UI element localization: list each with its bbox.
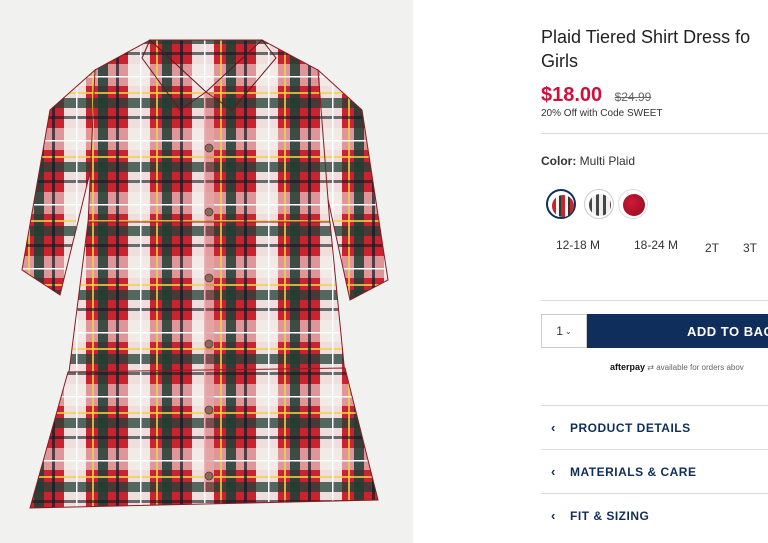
divider	[541, 300, 768, 301]
accordion-product-details[interactable]: ‹ PRODUCT DETAILS	[541, 406, 768, 449]
size-option-2t[interactable]: 2T	[705, 241, 719, 255]
accordion-materials-care[interactable]: ‹ MATERIALS & CARE	[541, 450, 768, 493]
plaid-dress-image	[21, 39, 389, 509]
accordion-fit-sizing[interactable]: ‹ FIT & SIZING	[541, 494, 768, 537]
swatch-gray-plaid[interactable]	[584, 189, 614, 219]
chevron-down-icon: ⌄	[564, 326, 572, 336]
product-title-line-2: Girls	[541, 51, 578, 71]
size-option-12-18m[interactable]: 12-18 M	[556, 238, 600, 252]
accordion-label: FIT & SIZING	[570, 508, 650, 523]
afterpay-note: afterpay ⇄ available for orders abov	[610, 362, 744, 372]
product-info-panel: Plaid Tiered Shirt Dress fo Girls $18.00…	[541, 0, 768, 543]
size-option-3t[interactable]: 3T	[743, 241, 757, 255]
chevron-left-icon: ‹	[551, 508, 556, 523]
size-option-18-24m[interactable]: 18-24 M	[634, 238, 678, 252]
afterpay-arrows-icon: ⇄	[647, 363, 654, 372]
color-label: Color:	[541, 154, 577, 168]
divider	[541, 133, 768, 134]
quantity-select[interactable]: 1 ⌄	[541, 314, 587, 348]
chevron-left-icon: ‹	[551, 464, 556, 479]
accordion-label: MATERIALS & CARE	[570, 464, 697, 479]
afterpay-logo: afterpay	[610, 362, 646, 372]
price-row: $18.00 $24.99	[541, 84, 651, 107]
promo-text: 20% Off with Code SWEET	[541, 108, 663, 119]
chevron-left-icon: ‹	[551, 420, 556, 435]
original-price: $24.99	[614, 90, 652, 104]
product-image-gallery	[0, 0, 413, 543]
swatch-red[interactable]	[618, 189, 648, 219]
add-to-bag-label: ADD TO BAG	[687, 323, 768, 339]
color-value: Multi Plaid	[579, 154, 636, 168]
color-label-row: Color: Multi Plaid	[541, 154, 635, 168]
add-to-bag-button[interactable]: ADD TO BAG	[587, 314, 768, 348]
swatch-plaid-icon	[552, 195, 574, 217]
swatch-multi-plaid[interactable]	[546, 189, 576, 219]
swatch-red-icon	[623, 194, 645, 216]
accordion-label: PRODUCT DETAILS	[570, 420, 691, 435]
quantity-value: 1	[556, 324, 563, 338]
afterpay-text: available for orders abov	[656, 363, 744, 372]
product-title: Plaid Tiered Shirt Dress fo Girls	[541, 25, 768, 73]
sale-price: $18.00	[541, 84, 603, 106]
product-title-line-1: Plaid Tiered Shirt Dress fo	[541, 27, 751, 47]
swatch-gray-icon	[589, 194, 611, 216]
